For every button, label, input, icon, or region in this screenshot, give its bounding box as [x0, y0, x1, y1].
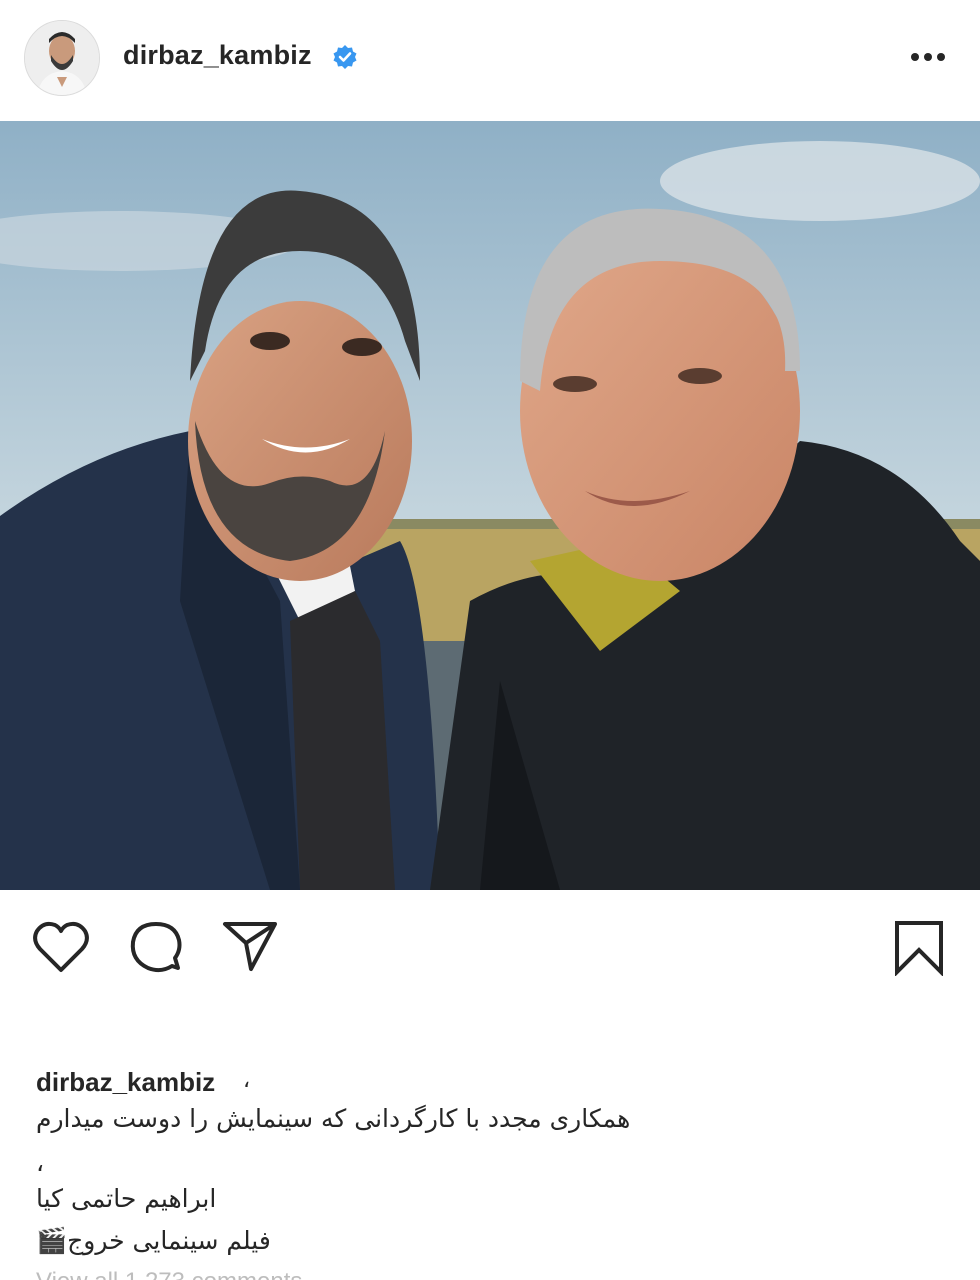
- more-options-icon[interactable]: [908, 50, 948, 64]
- heart-icon[interactable]: [32, 920, 90, 974]
- instagram-post: dirbaz_kambiz dirbaz_kambiz ، همکاری مجد…: [0, 0, 980, 1280]
- caption-username[interactable]: dirbaz_kambiz: [36, 1067, 215, 1098]
- caption-line-3: ابراهیم حاتمی کیا: [36, 1184, 217, 1213]
- caption-line-4: فیلم سینمایی خروج🎬: [36, 1226, 271, 1255]
- view-comments-link[interactable]: View all 1,273 comments: [36, 1268, 302, 1280]
- bookmark-icon[interactable]: [893, 920, 945, 977]
- post-photo[interactable]: [0, 121, 980, 890]
- post-username[interactable]: dirbaz_kambiz: [123, 40, 312, 71]
- avatar[interactable]: [24, 20, 100, 96]
- comment-bubble-icon[interactable]: [128, 920, 184, 976]
- post-header: dirbaz_kambiz: [0, 0, 980, 120]
- caption-comma: ،: [243, 1067, 251, 1092]
- caption-line-2: ،: [36, 1148, 45, 1177]
- verified-badge-icon: [332, 44, 358, 70]
- caption-line-1: همکاری مجدد با کارگردانی که سینمایش را د…: [36, 1104, 631, 1133]
- paper-plane-icon[interactable]: [222, 920, 278, 972]
